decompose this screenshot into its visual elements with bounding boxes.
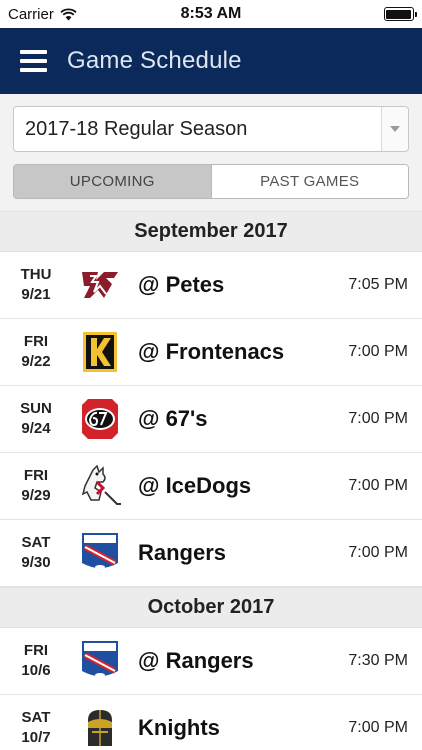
hamburger-menu-icon[interactable] [20,50,47,72]
game-date: SAT 10/7 [0,708,72,748]
season-select-value: 2017-18 Regular Season [25,117,248,140]
petes-logo-icon [72,260,127,310]
game-date-value: 10/6 [21,662,51,679]
game-row[interactable]: THU 9/21 @ Petes 7:05 PM [0,252,422,319]
icedogs-logo-icon [72,461,127,511]
tab-upcoming[interactable]: UPCOMING [14,165,211,198]
game-date: FRI 9/29 [0,466,72,506]
game-date: FRI 9/22 [0,332,72,372]
status-bar: Carrier 8:53 AM [0,0,422,28]
game-date: FRI 10/6 [0,641,72,681]
game-date-value: 9/29 [21,487,51,504]
game-opponent: Knights [138,715,220,740]
rangers-logo-icon [72,636,127,686]
game-time: 7:00 PM [348,477,408,494]
battery-icon [383,7,417,21]
game-date-value: 10/7 [21,729,51,746]
carrier-label: Carrier [8,5,54,23]
rangers-logo-icon [72,528,127,578]
schedule-tabs: UPCOMING PAST GAMES [13,164,409,199]
frontenacs-logo-icon [72,327,127,377]
game-opponent: @ Frontenacs [138,339,285,364]
game-time: 7:00 PM [348,719,408,736]
game-date-value: 9/24 [21,420,51,437]
schedule-list: September 2017 THU 9/21 @ Petes 7:05 PM … [0,211,422,750]
67s-logo-icon [72,394,127,444]
season-select-toggle[interactable] [381,107,408,151]
game-day: FRI [23,642,49,659]
game-date-value: 9/21 [21,286,51,303]
chevron-down-icon [390,126,400,132]
knights-logo-icon [72,703,127,750]
game-row[interactable]: SUN 9/24 @ 67's 7:00 PM [0,386,422,453]
season-select[interactable]: 2017-18 Regular Season [13,106,409,152]
game-row[interactable]: FRI 9/22 @ Frontenacs 7:00 PM [0,319,422,386]
nav-bar: Game Schedule [0,28,422,94]
game-date: THU 9/21 [0,265,72,305]
game-time: 7:30 PM [348,652,408,669]
game-time: 7:00 PM [348,544,408,561]
game-day: FRI [23,333,49,350]
game-opponent: Rangers [138,540,227,565]
game-row[interactable]: FRI 10/6 @ Rangers 7:30 PM [0,628,422,695]
game-opponent: @ 67's [138,406,208,431]
schedule-controls: 2017-18 Regular Season UPCOMING PAST GAM… [0,94,422,211]
game-opponent: @ Petes [138,272,225,297]
status-left: Carrier [8,6,138,23]
game-day: SAT [21,534,51,551]
game-date-value: 9/30 [21,554,51,571]
tab-past-games[interactable]: PAST GAMES [210,165,408,198]
game-row[interactable]: SAT 10/7 Knights 7:00 PM [0,695,422,750]
month-header-october: October 2017 [0,587,422,628]
game-date: SUN 9/24 [0,399,72,439]
game-time: 7:00 PM [348,410,408,427]
status-time: 8:53 AM [180,5,242,22]
game-date: SAT 9/30 [0,533,72,573]
game-day: THU [20,266,52,283]
game-opponent: @ Rangers [138,648,254,673]
game-date-value: 9/22 [21,353,51,370]
game-row[interactable]: FRI 9/29 @ IceDogs 7:00 PM [0,453,422,520]
status-right [284,7,417,21]
game-day: SAT [21,709,51,726]
wifi-icon [60,7,77,20]
month-header-september: September 2017 [0,211,422,252]
page-title: Game Schedule [67,47,242,74]
game-opponent: @ IceDogs [138,473,252,498]
game-time: 7:00 PM [348,343,408,360]
game-row[interactable]: SAT 9/30 Rangers 7:00 PM [0,520,422,587]
game-day: SUN [20,400,52,417]
game-day: FRI [23,467,49,484]
game-time: 7:05 PM [348,276,408,293]
